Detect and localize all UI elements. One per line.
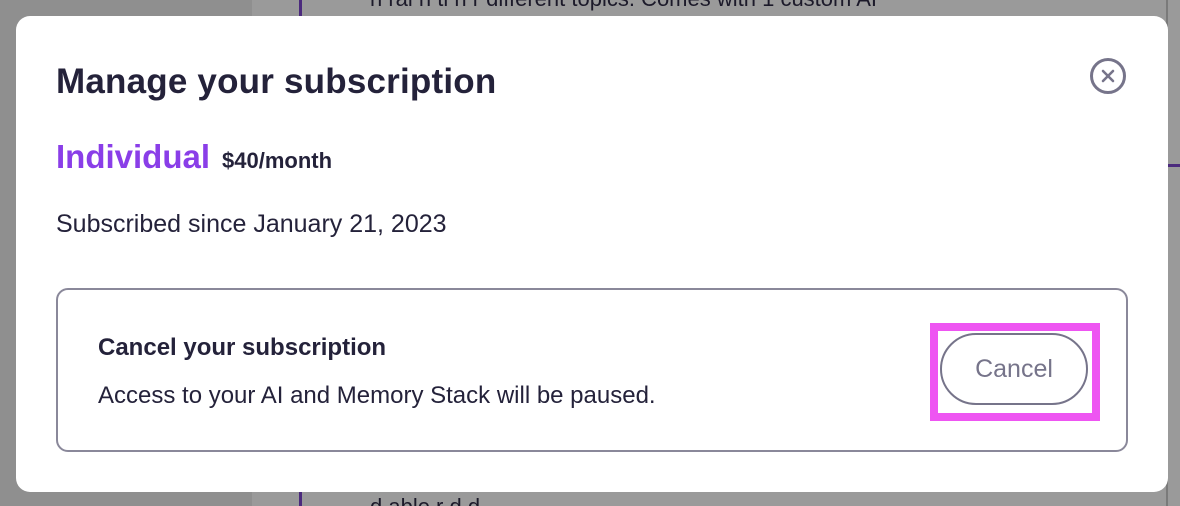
plan-price: $40/month (222, 148, 333, 173)
subscribed-since: Subscribed since January 21, 2023 (56, 210, 447, 238)
plan-info: Individual $40/month (56, 138, 332, 176)
modal-title: Manage your subscription (56, 62, 497, 101)
close-button[interactable] (1090, 58, 1126, 94)
cancel-description: Access to your AI and Memory Stack will … (98, 382, 656, 409)
manage-subscription-modal: Manage your subscription Individual $40/… (16, 16, 1168, 492)
background-text-top: n ral n ti n r different topics. Comes w… (370, 0, 877, 12)
close-icon (1101, 69, 1115, 83)
cancel-subscription-section: Cancel your subscription Access to your … (56, 288, 1128, 452)
background-text-bottom: d able r d d (370, 494, 480, 506)
cancel-subscription-button[interactable]: Cancel (940, 333, 1088, 405)
cancel-heading: Cancel your subscription (98, 334, 387, 361)
plan-name: Individual (56, 138, 211, 175)
